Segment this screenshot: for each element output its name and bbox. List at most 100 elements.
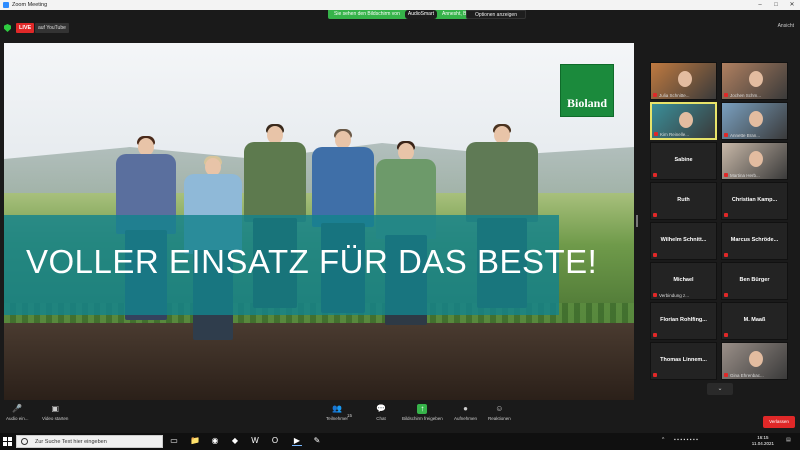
- participant-tile[interactable]: M. Maaß: [721, 302, 788, 340]
- word-icon[interactable]: W: [250, 436, 260, 446]
- muted-mic-icon: [654, 132, 658, 136]
- chat-button[interactable]: 💬 Chat: [376, 404, 386, 421]
- window-title: Zoom Meeting: [12, 2, 48, 8]
- muted-mic-icon: [724, 133, 728, 137]
- participant-tile[interactable]: Kim Reinelle...: [650, 102, 717, 140]
- muted-mic-icon: [724, 293, 728, 297]
- participant-tile[interactable]: Ruth: [650, 182, 717, 220]
- audio-label: Audio ein...: [6, 416, 29, 421]
- participant-tile[interactable]: Martina Herb...: [721, 142, 788, 180]
- share-screen-button[interactable]: ↑ Bildschirm freigeben: [402, 404, 443, 421]
- slide-headline: VOLLER EINSATZ FÜR DAS BESTE!: [26, 243, 598, 280]
- participant-name: Ben Bürger: [739, 277, 770, 283]
- participants-icon: 👥: [332, 404, 342, 413]
- reactions-button[interactable]: ☺ Reaktionen: [488, 404, 511, 421]
- participant-face: [679, 112, 693, 128]
- leave-meeting-button[interactable]: Verlassen: [763, 416, 795, 428]
- taskbar-clock[interactable]: 16:15 11.04.2021: [752, 435, 774, 447]
- view-button[interactable]: Ansicht: [778, 23, 794, 29]
- video-button[interactable]: ▣ Video starten: [42, 404, 68, 421]
- participant-name: Annette Bran...: [730, 133, 761, 138]
- gallery-scroll-down-button[interactable]: ⌄: [707, 383, 733, 395]
- live-badge[interactable]: LIVE: [16, 23, 35, 33]
- chat-icon: 💬: [376, 404, 386, 413]
- participant-tile[interactable]: Sabine: [650, 142, 717, 180]
- shared-screen: VOLLER EINSATZ FÜR DAS BESTE! Bioland: [4, 43, 634, 400]
- notification-icon[interactable]: ▤: [786, 437, 791, 443]
- participant-tile[interactable]: Thomas Linnem...: [650, 342, 717, 380]
- tray-chevron-icon[interactable]: ^: [662, 437, 664, 443]
- participant-tile[interactable]: Florian Rohlfing...: [650, 302, 717, 340]
- participant-tile[interactable]: Michael Verbindung z...: [650, 262, 717, 300]
- participant-name: Martina Herb...: [730, 173, 760, 178]
- muted-mic-icon: [653, 293, 657, 297]
- reactions-icon: ☺: [495, 404, 504, 413]
- participant-face: [749, 111, 763, 127]
- share-screen-label: Bildschirm freigeben: [402, 416, 443, 421]
- muted-mic-icon: [653, 213, 657, 217]
- bioland-logo-text: Bioland: [566, 96, 608, 110]
- window-controls: – □ ✕: [752, 0, 800, 10]
- participant-tile[interactable]: Ben Bürger: [721, 262, 788, 300]
- panel-splitter-handle[interactable]: [636, 215, 638, 227]
- muted-mic-icon: [724, 173, 728, 177]
- audio-button[interactable]: 🎤 Audio ein...: [6, 404, 29, 421]
- stream-target-label[interactable]: auf YouTube: [35, 23, 69, 33]
- task-view-icon[interactable]: ▭: [169, 436, 179, 446]
- security-shield-icon[interactable]: [4, 24, 11, 32]
- share-screen-icon: ↑: [417, 404, 428, 414]
- participant-face: [749, 351, 763, 367]
- view-options-button[interactable]: Optionen anzeigen: [466, 10, 526, 19]
- taskbar-search-placeholder: Zur Suche Text hier eingeben: [35, 439, 107, 445]
- microphone-icon: 🎤: [12, 404, 23, 413]
- participant-name: M. Maaß: [743, 317, 766, 323]
- participant-tile[interactable]: Julia Schnitte...: [650, 62, 717, 100]
- participant-name: Kim Reinelle...: [660, 132, 690, 137]
- participant-tile[interactable]: Annette Bran...: [721, 102, 788, 140]
- zoom-app-icon: [3, 2, 9, 8]
- record-icon: ●: [463, 404, 468, 413]
- record-label: Aufnehmen: [454, 416, 478, 421]
- participant-face: [678, 71, 692, 87]
- participant-name: Ruth: [677, 197, 690, 203]
- participants-button[interactable]: 👥 Teilnehmer: [326, 404, 348, 421]
- participant-tile[interactable]: Marcus Schröde...: [721, 222, 788, 260]
- share-banner-text: Sie sehen den Bildschirm von: [334, 11, 400, 17]
- file-explorer-icon[interactable]: 📁: [190, 436, 200, 446]
- participant-tile[interactable]: Jochen Schm...: [721, 62, 788, 100]
- participant-tile[interactable]: Christian Kamp...: [721, 182, 788, 220]
- muted-mic-icon: [724, 373, 728, 377]
- minimize-icon[interactable]: –: [752, 0, 768, 10]
- participant-tile[interactable]: Wilhelm Schnitt...: [650, 222, 717, 260]
- participant-name: Thomas Linnem...: [660, 357, 707, 363]
- search-icon: [21, 438, 28, 445]
- record-button[interactable]: ● Aufnehmen: [454, 404, 477, 421]
- close-icon[interactable]: ✕: [784, 0, 800, 10]
- muted-mic-icon: [653, 333, 657, 337]
- windows-start-icon[interactable]: [3, 437, 12, 446]
- window-titlebar: Zoom Meeting: [0, 0, 800, 10]
- muted-mic-icon: [724, 213, 728, 217]
- taskbar-search-input[interactable]: Zur Suche Text hier eingeben: [16, 435, 163, 448]
- participant-name: Christian Kamp...: [731, 197, 778, 203]
- camera-icon: ▣: [51, 404, 59, 413]
- participant-name: Jochen Schm...: [730, 93, 762, 98]
- meeting-topbar: LIVE auf YouTube Sie sehen den Bildschir…: [0, 10, 800, 42]
- outlook-icon[interactable]: O: [270, 436, 280, 446]
- muted-mic-icon: [653, 253, 657, 257]
- participant-tile[interactable]: Gina Ehrenbac...: [721, 342, 788, 380]
- maximize-icon[interactable]: □: [768, 0, 784, 10]
- muted-mic-icon: [653, 173, 657, 177]
- participant-face: [749, 151, 763, 167]
- firefox-icon[interactable]: ◉: [210, 436, 220, 446]
- participant-name: Marcus Schröde...: [730, 237, 779, 243]
- participants-label: Teilnehmer: [326, 416, 349, 421]
- chat-app-icon[interactable]: ◆: [230, 436, 240, 446]
- muted-mic-icon: [653, 93, 657, 97]
- zoom-taskbar-icon[interactable]: ▶: [292, 436, 302, 446]
- tray-app-icons[interactable]: ▪ ▪ ▪ ▪ ▪ ▪ ▪ ▪: [674, 437, 698, 443]
- participant-name: Sabine: [674, 157, 693, 163]
- notes-app-icon[interactable]: ✎: [312, 436, 322, 446]
- participants-count: 15: [347, 413, 353, 418]
- participant-name: Wilhelm Schnitt...: [660, 237, 707, 243]
